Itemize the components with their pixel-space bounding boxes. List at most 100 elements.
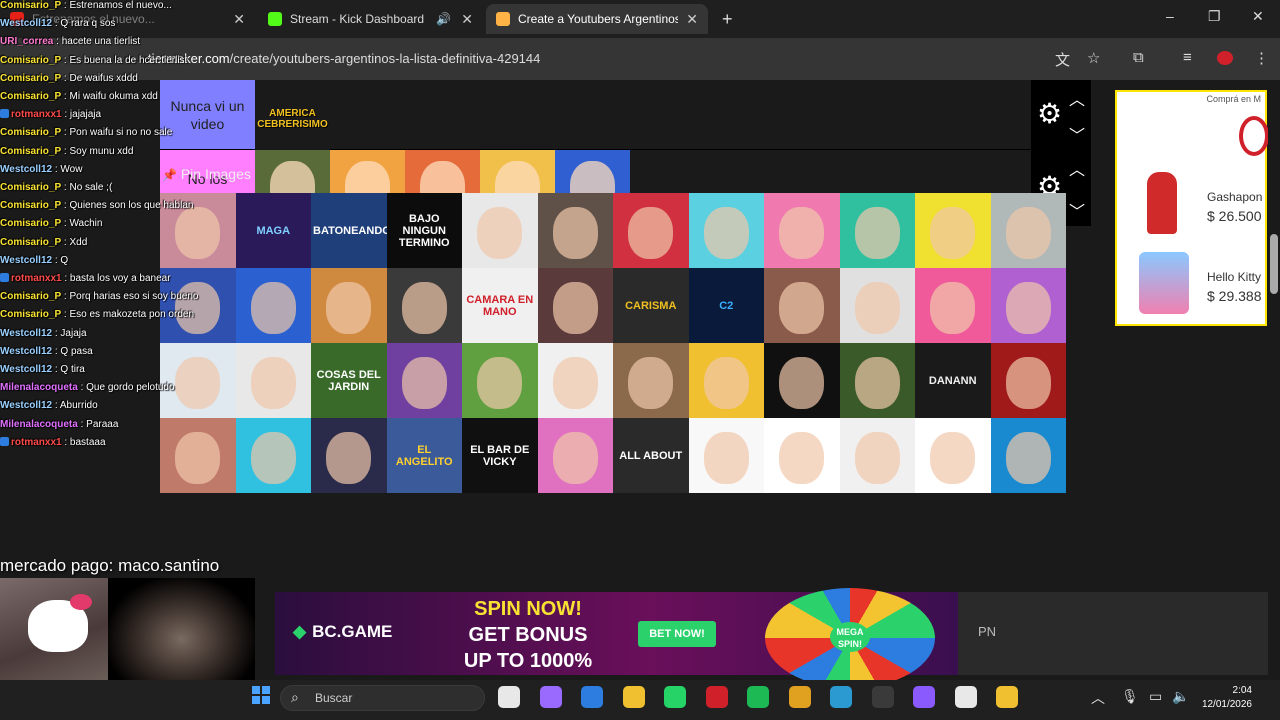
- chat-text: Jajaja: [60, 327, 87, 339]
- translate-icon[interactable]: 文: [1055, 49, 1070, 70]
- audio-icon[interactable]: 🔊: [436, 12, 451, 26]
- microphone-icon[interactable]: 🎙: [1121, 688, 1139, 705]
- pin-image[interactable]: [990, 343, 1066, 418]
- pin-image[interactable]: [462, 193, 538, 268]
- pin-image[interactable]: [688, 343, 764, 418]
- taskbar-search[interactable]: ⌕ Buscar: [280, 685, 485, 711]
- minimize-icon[interactable]: –: [1166, 8, 1174, 24]
- profile-icon[interactable]: [1217, 51, 1233, 65]
- avatar: [401, 356, 447, 409]
- pin-image[interactable]: [915, 268, 991, 343]
- task-view-icon[interactable]: [498, 686, 520, 708]
- tab-kick[interactable]: Stream - Kick Dashboard 🔊 ✕: [258, 4, 483, 34]
- side-ad[interactable]: Comprá en M Gashapon $ 26.500 Hello Kitt…: [1115, 90, 1269, 326]
- pin-image[interactable]: [915, 193, 991, 268]
- pin-image[interactable]: [613, 193, 689, 268]
- store-icon[interactable]: [581, 686, 603, 708]
- tab-close-icon[interactable]: ✕: [686, 11, 698, 28]
- gear-icon[interactable]: ⚙: [1037, 97, 1062, 130]
- move-down-icon[interactable]: ﹀: [1069, 198, 1085, 222]
- pin-image[interactable]: CARISMA: [613, 268, 689, 343]
- pin-image[interactable]: [839, 268, 915, 343]
- close-window-icon[interactable]: ✕: [1252, 8, 1264, 25]
- pin-image[interactable]: BATONEANDO: [311, 193, 387, 268]
- pin-image[interactable]: [537, 418, 613, 493]
- chat-username: Westcoll12: [0, 327, 53, 339]
- pin-image[interactable]: [839, 193, 915, 268]
- screen: Nunca vi un video AMERICA CEBRERISIMO ⚙ ︿ ﹀ N…: [0, 0, 1280, 720]
- pin-image[interactable]: [764, 343, 840, 418]
- network-icon[interactable]: ▭: [1149, 688, 1162, 705]
- copilot-icon[interactable]: [539, 686, 562, 708]
- media-icon[interactable]: ≡: [1183, 49, 1192, 66]
- pin-image[interactable]: [311, 418, 387, 493]
- bet-now-button[interactable]: BET NOW!: [638, 621, 716, 647]
- pin-image[interactable]: [915, 418, 991, 493]
- app-stack-icon[interactable]: [996, 686, 1018, 708]
- pin-image[interactable]: EL ANGELITO: [386, 418, 462, 493]
- pin-image[interactable]: [537, 268, 613, 343]
- pin-image[interactable]: [990, 418, 1066, 493]
- pin-image[interactable]: [688, 418, 764, 493]
- pin-image[interactable]: [311, 268, 387, 343]
- pin-image[interactable]: [839, 343, 915, 418]
- pin-image[interactable]: [764, 193, 840, 268]
- bcgame-logo-icon: ◆: [293, 622, 307, 641]
- pin-image[interactable]: [764, 268, 840, 343]
- app-dark-icon[interactable]: [871, 686, 894, 708]
- move-down-icon[interactable]: ﹀: [1069, 122, 1085, 146]
- chat-message: Comisario_P : Mi waifu okuma xdd: [0, 91, 158, 102]
- tab-close-icon[interactable]: ✕: [461, 11, 473, 28]
- chat-text: Q rara q sos: [60, 18, 116, 30]
- pin-image[interactable]: [764, 418, 840, 493]
- spotify-icon[interactable]: [747, 686, 769, 708]
- pin-image[interactable]: [386, 268, 462, 343]
- pin-image[interactable]: [235, 268, 311, 343]
- move-up-icon[interactable]: ︿: [1069, 156, 1085, 180]
- media-player-icon[interactable]: [954, 686, 977, 708]
- extensions-icon[interactable]: ⧉: [1133, 49, 1144, 66]
- star-icon[interactable]: ☆: [1087, 49, 1100, 67]
- pin-image[interactable]: [990, 193, 1066, 268]
- app-red-icon[interactable]: [705, 686, 728, 708]
- page-scrollbar[interactable]: [1268, 82, 1280, 680]
- pin-image[interactable]: [462, 343, 538, 418]
- move-up-icon[interactable]: ︿: [1069, 86, 1085, 110]
- bcgame-banner-ad[interactable]: ◆ BC.GAME SPIN NOW! GET BONUS UP TO 1000%…: [275, 588, 958, 688]
- maximize-icon[interactable]: ❐: [1208, 8, 1221, 25]
- url-field[interactable]: tiermaker.com/create/youtubers-argentino…: [148, 51, 540, 66]
- windows-start-icon[interactable]: [252, 686, 270, 704]
- chrome-icon[interactable]: [788, 686, 811, 708]
- pin-image[interactable]: [235, 418, 311, 493]
- pin-image[interactable]: [235, 343, 311, 418]
- edge-icon[interactable]: [830, 686, 852, 708]
- tab-tiermaker[interactable]: Create a Youtubers Argentinos ✕: [486, 4, 708, 34]
- pin-image[interactable]: [613, 343, 689, 418]
- pin-image[interactable]: [386, 343, 462, 418]
- tray-chevron-icon[interactable]: ︿: [1091, 688, 1105, 708]
- volume-icon[interactable]: 🔈: [1172, 688, 1189, 705]
- explorer-icon[interactable]: [622, 686, 645, 708]
- new-tab-button[interactable]: +: [712, 4, 736, 34]
- pin-image[interactable]: EL BAR DE VICKY: [462, 418, 538, 493]
- whatsapp-icon[interactable]: [664, 686, 686, 708]
- tab-close-icon[interactable]: ✕: [233, 11, 245, 28]
- pin-image[interactable]: COSAS DEL JARDIN: [311, 343, 387, 418]
- pin-image[interactable]: BAJO NINGUN TERMINO: [386, 193, 462, 268]
- pin-image[interactable]: C2: [688, 268, 764, 343]
- pin-image[interactable]: [688, 193, 764, 268]
- tier-item-image[interactable]: AMERICA CEBRERISIMO: [255, 80, 330, 150]
- pin-image[interactable]: [537, 193, 613, 268]
- taskbar-clock[interactable]: 2:04 12/01/2026: [1196, 684, 1252, 712]
- scrollbar-thumb[interactable]: [1270, 234, 1278, 294]
- pin-image[interactable]: CAMARA EN MANO: [462, 268, 538, 343]
- pin-image[interactable]: [990, 268, 1066, 343]
- app-purple-icon[interactable]: [913, 686, 935, 708]
- banner-headline-2: GET BONUS: [468, 624, 588, 646]
- pin-image[interactable]: MAGA: [235, 193, 311, 268]
- pin-image[interactable]: ALL ABOUT: [613, 418, 689, 493]
- pin-image[interactable]: [537, 343, 613, 418]
- pin-image[interactable]: [839, 418, 915, 493]
- pin-image[interactable]: DANANN: [915, 343, 991, 418]
- menu-icon[interactable]: ⋮: [1254, 49, 1269, 67]
